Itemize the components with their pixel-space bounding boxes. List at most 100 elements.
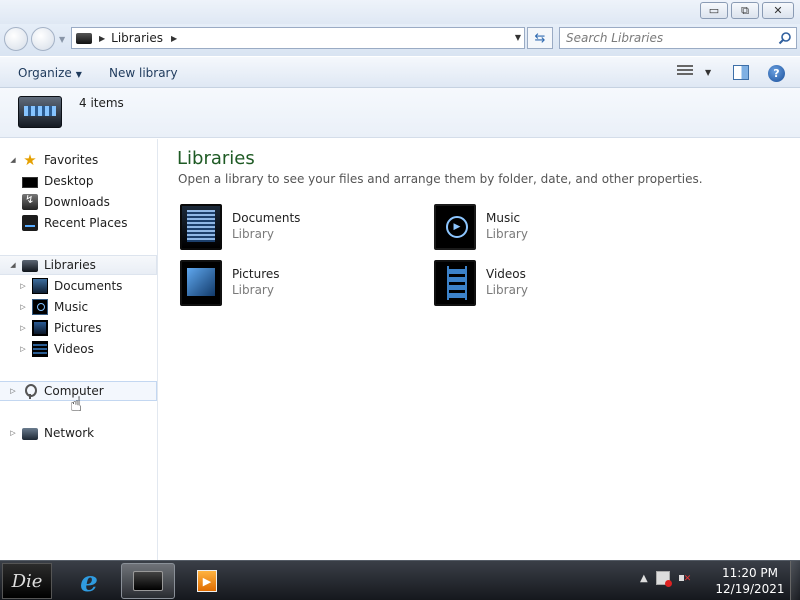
details-pane: 4 items (0, 88, 800, 138)
library-name: Videos (486, 267, 526, 281)
title-bar: ▭ ⧉ ✕ (0, 0, 800, 24)
network-icon (22, 428, 38, 440)
library-item-music[interactable]: Music Library (432, 202, 672, 254)
chevron-down-icon[interactable]: ▼ (705, 68, 711, 77)
nav-label: Documents (54, 279, 123, 293)
collapse-arrow-icon[interactable]: ◢ (9, 261, 17, 269)
library-type: Library (486, 227, 528, 241)
taskbar: Die e ▶ ▲ 11:20 PM 12/19/2021 (0, 560, 800, 600)
expand-arrow-icon[interactable]: ▷ (19, 303, 27, 311)
pictures-library-icon (180, 260, 222, 306)
search-input[interactable] (566, 31, 766, 45)
music-icon (32, 299, 48, 315)
libraries-icon (76, 32, 92, 44)
taskbar-internet-explorer[interactable]: e (62, 563, 116, 599)
chevron-down-icon: ▼ (75, 70, 82, 79)
nav-label: Recent Places (44, 216, 128, 230)
documents-icon (32, 278, 48, 294)
library-type: Library (232, 283, 274, 297)
new-library-button[interactable]: New library (109, 66, 178, 80)
windows-explorer-icon (133, 571, 163, 591)
content-pane: Libraries Open a library to see your fil… (159, 139, 800, 560)
clock-time: 11:20 PM (722, 566, 778, 580)
internet-explorer-icon: e (80, 564, 98, 598)
expand-arrow-icon[interactable]: ▷ (9, 429, 17, 437)
taskbar-media-player[interactable]: ▶ (180, 563, 234, 599)
breadcrumb-arrow-icon[interactable]: ▶ (99, 34, 105, 43)
recent-pages-dropdown[interactable]: ▼ (59, 35, 65, 44)
nav-libraries[interactable]: ◢ Libraries (0, 255, 157, 275)
address-bar[interactable]: ▶ Libraries ▶ ▼ (71, 27, 525, 49)
library-name: Documents (232, 211, 301, 225)
pictures-icon (32, 320, 48, 336)
preview-pane-button[interactable] (733, 65, 749, 80)
recent-places-icon (22, 215, 38, 231)
library-item-documents[interactable]: Documents Library (178, 202, 418, 254)
nav-label: Videos (54, 342, 94, 356)
organize-button[interactable]: Organize ▼ (18, 66, 82, 80)
expand-arrow-icon[interactable]: ▷ (19, 324, 27, 332)
nav-item-desktop[interactable]: Desktop (0, 171, 157, 191)
forward-button[interactable] (31, 27, 55, 51)
minimize-button[interactable]: ▭ (700, 2, 728, 19)
nav-item-videos[interactable]: ▷ Videos (0, 339, 157, 359)
breadcrumb-arrow-icon[interactable]: ▶ (171, 34, 177, 43)
taskbar-windows-explorer[interactable] (121, 563, 175, 599)
clock-date: 12/19/2021 (715, 582, 785, 596)
volume-muted-icon[interactable] (678, 571, 692, 585)
collapse-arrow-icon[interactable]: ◢ (9, 156, 17, 164)
library-type: Library (486, 283, 528, 297)
help-button[interactable]: ? (768, 65, 785, 82)
music-library-icon (434, 204, 476, 250)
navigation-pane: ◢ ★ Favorites Desktop Downloads Recent P… (0, 139, 158, 560)
nav-item-recent-places[interactable]: Recent Places (0, 213, 157, 233)
close-button[interactable]: ✕ (762, 2, 794, 19)
refresh-icon: ⇆ (534, 30, 546, 46)
library-name: Pictures (232, 267, 280, 281)
expand-arrow-icon[interactable]: ▷ (19, 345, 27, 353)
views-icon (677, 65, 693, 79)
nav-item-downloads[interactable]: Downloads (0, 192, 157, 212)
nav-label: Downloads (44, 195, 110, 209)
search-icon[interactable] (778, 31, 792, 45)
refresh-button[interactable]: ⇆ (527, 27, 553, 49)
show-desktop-button[interactable] (790, 561, 800, 600)
downloads-icon (22, 193, 38, 210)
media-player-icon: ▶ (197, 570, 217, 592)
library-name: Music (486, 211, 521, 225)
libraries-large-icon (18, 96, 62, 128)
nav-item-pictures[interactable]: ▷ Pictures (0, 318, 157, 338)
computer-icon (22, 383, 38, 399)
library-item-pictures[interactable]: Pictures Library (178, 258, 418, 310)
search-box[interactable] (559, 27, 797, 49)
action-center-icon[interactable] (655, 571, 672, 587)
nav-network[interactable]: ▷ Network (0, 423, 157, 443)
nav-label: Desktop (44, 174, 94, 188)
library-item-videos[interactable]: Videos Library (432, 258, 672, 310)
nav-item-music[interactable]: ▷ Music (0, 297, 157, 317)
nav-item-documents[interactable]: ▷ Documents (0, 276, 157, 296)
maximize-button[interactable]: ⧉ (731, 2, 759, 19)
address-dropdown-icon[interactable]: ▼ (515, 33, 521, 42)
libraries-icon (22, 260, 38, 272)
videos-icon (32, 341, 48, 357)
change-view-button[interactable]: ▼ (677, 65, 711, 79)
system-tray: ▲ (640, 571, 692, 587)
desktop-icon (22, 176, 38, 188)
clock[interactable]: 11:20 PM 12/19/2021 (712, 565, 788, 597)
organize-label: Organize (18, 66, 72, 80)
nav-favorites[interactable]: ◢ ★ Favorites (0, 150, 157, 170)
expand-arrow-icon[interactable]: ▷ (19, 282, 27, 290)
breadcrumb-libraries[interactable]: Libraries (111, 31, 163, 45)
window-controls: ▭ ⧉ ✕ (700, 2, 794, 19)
nav-label: Favorites (44, 153, 99, 167)
expand-arrow-icon[interactable]: ▷ (9, 387, 17, 395)
start-button[interactable]: Die (2, 563, 52, 599)
show-hidden-icons-button[interactable]: ▲ (640, 573, 648, 584)
back-button[interactable] (4, 27, 28, 51)
page-title: Libraries (177, 148, 255, 169)
documents-library-icon (180, 204, 222, 250)
nav-label: Libraries (44, 258, 96, 272)
nav-label: Pictures (54, 321, 102, 335)
command-bar: Organize ▼ New library ▼ ? (0, 56, 800, 88)
